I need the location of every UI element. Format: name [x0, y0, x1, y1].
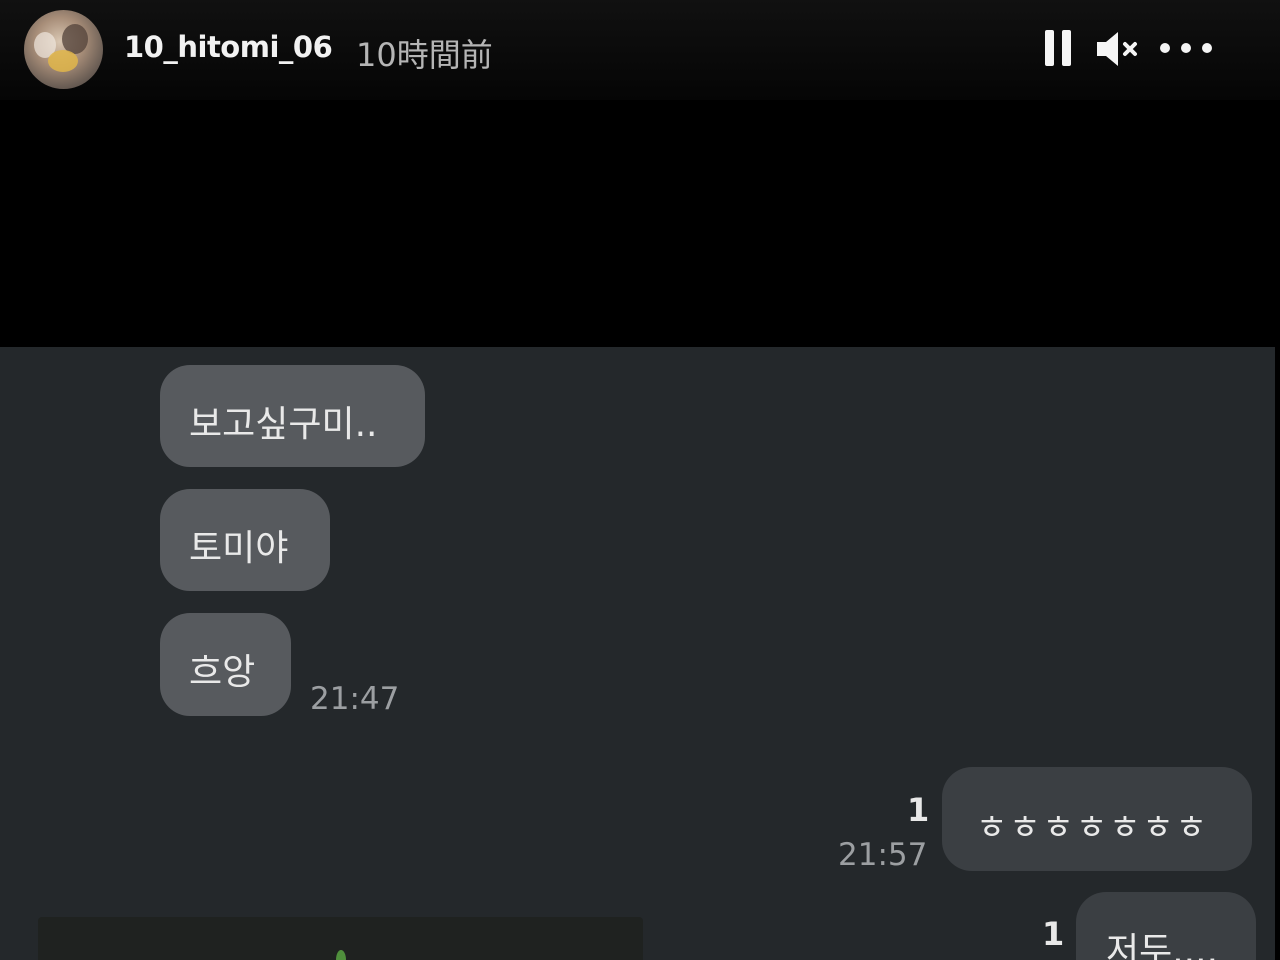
- sent-message: ㅎㅎㅎㅎㅎㅎㅎ: [942, 767, 1252, 871]
- mute-button[interactable]: [1094, 28, 1140, 70]
- username[interactable]: 10_hitomi_06: [124, 30, 333, 64]
- received-message: 토미야: [160, 489, 330, 591]
- story-header: 10_hitomi_06 10時間前: [0, 0, 1280, 100]
- received-message: 보고싶구미..: [160, 365, 425, 467]
- sprout-icon: [336, 950, 346, 960]
- post-timestamp: 10時間前: [356, 36, 493, 74]
- chat-screenshot: 보고싶구미.. 토미야 흐앙 21:47 1 21:57 ㅎㅎㅎㅎㅎㅎㅎ 1 저…: [0, 347, 1275, 960]
- sent-message: 저두....: [1076, 892, 1256, 960]
- profile-avatar[interactable]: [24, 10, 103, 89]
- message-time: 21:47: [310, 681, 400, 717]
- image-message-preview: [38, 917, 643, 960]
- message-time: 21:57: [838, 837, 928, 873]
- speaker-muted-icon: [1097, 32, 1137, 66]
- unread-count: 1: [1042, 915, 1065, 953]
- unread-count: 1: [907, 791, 930, 829]
- pause-button[interactable]: [1040, 28, 1076, 70]
- story-viewer: 10_hitomi_06 10時間前 보고싶구미.. 토미야 흐앙 21:47 …: [0, 0, 1280, 960]
- more-options-button[interactable]: [1156, 30, 1216, 68]
- received-message: 흐앙: [160, 613, 291, 716]
